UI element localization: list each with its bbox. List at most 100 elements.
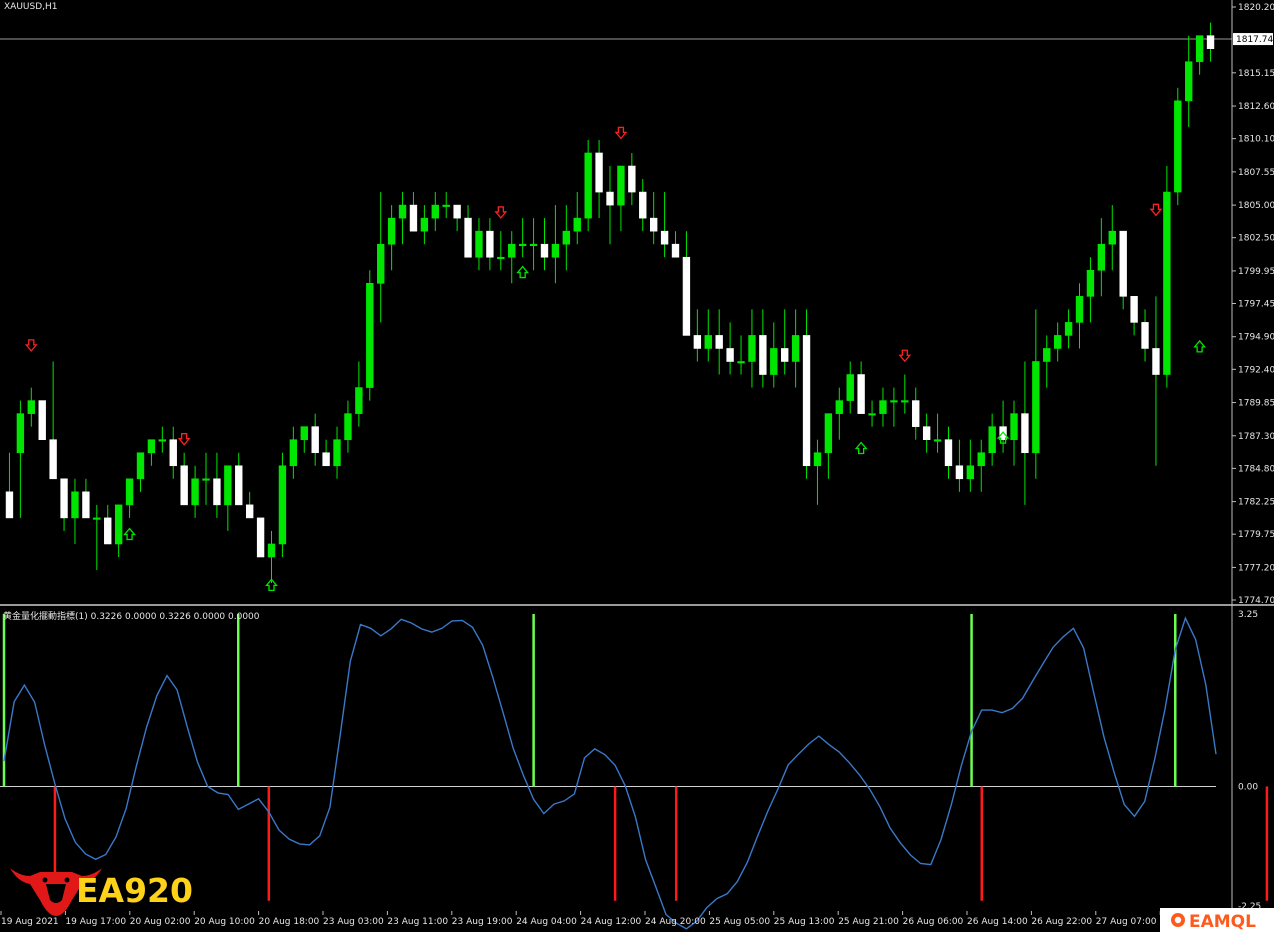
candle-bearish[interactable] — [649, 217, 658, 232]
candle-bullish[interactable] — [1185, 61, 1193, 102]
candle-bearish[interactable] — [802, 335, 811, 467]
candle-bullish[interactable] — [791, 335, 800, 362]
candle-bearish[interactable] — [82, 491, 90, 519]
candle-bearish[interactable] — [235, 465, 243, 506]
candle-bearish[interactable] — [1119, 230, 1127, 297]
candle-bearish[interactable] — [857, 374, 865, 414]
candle-bearish[interactable] — [180, 465, 188, 506]
candle-bullish[interactable] — [387, 217, 396, 245]
candle-bearish[interactable] — [5, 491, 14, 519]
candle-bearish[interactable] — [213, 478, 221, 506]
candle-bearish[interactable] — [693, 335, 702, 349]
candle-bullish[interactable] — [420, 217, 429, 232]
candle-bullish[interactable] — [136, 452, 145, 480]
candle-bearish[interactable] — [104, 517, 112, 545]
candle-bullish[interactable] — [377, 243, 385, 284]
candle-bullish[interactable] — [1043, 348, 1051, 362]
candle-bullish[interactable] — [573, 217, 581, 232]
candle-bearish[interactable] — [606, 191, 614, 206]
candle-bullish[interactable] — [824, 413, 833, 454]
candle-bearish[interactable] — [1141, 322, 1149, 349]
candle-bullish[interactable] — [125, 478, 134, 506]
candle-bearish[interactable] — [671, 243, 680, 258]
candle-bearish[interactable] — [781, 348, 789, 362]
candle-bearish[interactable] — [922, 426, 931, 440]
candle-bullish[interactable] — [977, 452, 985, 467]
candle-bearish[interactable] — [1152, 348, 1160, 375]
candle-bullish[interactable] — [508, 243, 516, 258]
candle-bullish[interactable] — [431, 204, 439, 219]
candle-bullish[interactable] — [114, 504, 123, 545]
candle-bullish[interactable] — [1163, 191, 1171, 375]
candle-bullish[interactable] — [224, 465, 232, 506]
candle-bearish[interactable] — [322, 452, 330, 467]
candle-bullish[interactable] — [748, 335, 756, 362]
candle-bearish[interactable] — [49, 439, 57, 480]
candle-bullish[interactable] — [770, 348, 778, 375]
candle-bearish[interactable] — [38, 400, 46, 440]
candle-bullish[interactable] — [202, 478, 210, 481]
candle-bullish[interactable] — [1032, 361, 1040, 454]
candle-bearish[interactable] — [759, 335, 767, 375]
candle-bullish[interactable] — [1195, 35, 1204, 63]
candle-bearish[interactable] — [660, 230, 669, 245]
candle-bullish[interactable] — [442, 204, 450, 207]
candle-bullish[interactable] — [93, 517, 101, 520]
candle-bullish[interactable] — [901, 400, 909, 403]
candle-bullish[interactable] — [933, 439, 942, 442]
candle-bullish[interactable] — [1097, 243, 1106, 271]
candle-bullish[interactable] — [1010, 413, 1018, 440]
candle-bearish[interactable] — [955, 465, 964, 480]
candle-bearish[interactable] — [464, 217, 472, 258]
candle-bullish[interactable] — [158, 439, 167, 442]
candle-bullish[interactable] — [300, 426, 308, 440]
candle-bearish[interactable] — [639, 191, 647, 219]
candle-bullish[interactable] — [333, 439, 341, 467]
trading-chart[interactable]: XAUUSD,H1 黄金量化擺動指標(1) 0.3226 0.0000 0.32… — [0, 0, 1274, 932]
candle-bullish[interactable] — [518, 243, 527, 246]
candle-bullish[interactable] — [71, 491, 79, 519]
candle-bearish[interactable] — [60, 478, 68, 519]
candle-bearish[interactable] — [256, 517, 265, 558]
candle-bullish[interactable] — [617, 165, 625, 206]
candle-bearish[interactable] — [409, 204, 418, 232]
candle-bearish[interactable] — [453, 204, 461, 219]
candle-bullish[interactable] — [562, 230, 571, 245]
candle-bullish[interactable] — [267, 543, 276, 558]
candle-bullish[interactable] — [191, 478, 199, 506]
candle-bullish[interactable] — [868, 413, 876, 416]
candle-bullish[interactable] — [278, 465, 287, 545]
candle-bullish[interactable] — [398, 204, 407, 219]
candle-bearish[interactable] — [944, 439, 953, 467]
candle-bearish[interactable] — [245, 504, 254, 519]
candle-bearish[interactable] — [726, 348, 734, 362]
candle-bullish[interactable] — [988, 426, 996, 454]
candle-bullish[interactable] — [497, 256, 505, 260]
candle-bullish[interactable] — [879, 400, 887, 414]
candle-bearish[interactable] — [311, 426, 319, 454]
candle-bullish[interactable] — [846, 374, 854, 401]
candle-bullish[interactable] — [890, 400, 898, 403]
candle-bearish[interactable] — [486, 230, 494, 258]
candle-bearish[interactable] — [628, 165, 636, 193]
candle-bullish[interactable] — [289, 439, 298, 467]
candle-bearish[interactable] — [595, 152, 603, 193]
candle-bullish[interactable] — [584, 152, 592, 219]
candle-bullish[interactable] — [737, 361, 745, 364]
candle-bullish[interactable] — [344, 413, 352, 440]
candle-bullish[interactable] — [366, 282, 374, 388]
candle-bullish[interactable] — [16, 413, 25, 454]
candle-bearish[interactable] — [540, 243, 549, 258]
candle-bullish[interactable] — [966, 465, 975, 480]
candle-bullish[interactable] — [835, 400, 843, 414]
candle-bullish[interactable] — [1086, 269, 1095, 297]
candle-bullish[interactable] — [27, 400, 35, 414]
candle-bearish[interactable] — [715, 335, 723, 349]
candle-bearish[interactable] — [169, 439, 177, 467]
candle-bullish[interactable] — [1053, 335, 1062, 349]
candle-bearish[interactable] — [1130, 296, 1138, 323]
candle-bullish[interactable] — [529, 243, 538, 246]
candle-bullish[interactable] — [813, 452, 822, 467]
candle-bullish[interactable] — [704, 335, 712, 349]
candle-bearish[interactable] — [1021, 413, 1029, 454]
